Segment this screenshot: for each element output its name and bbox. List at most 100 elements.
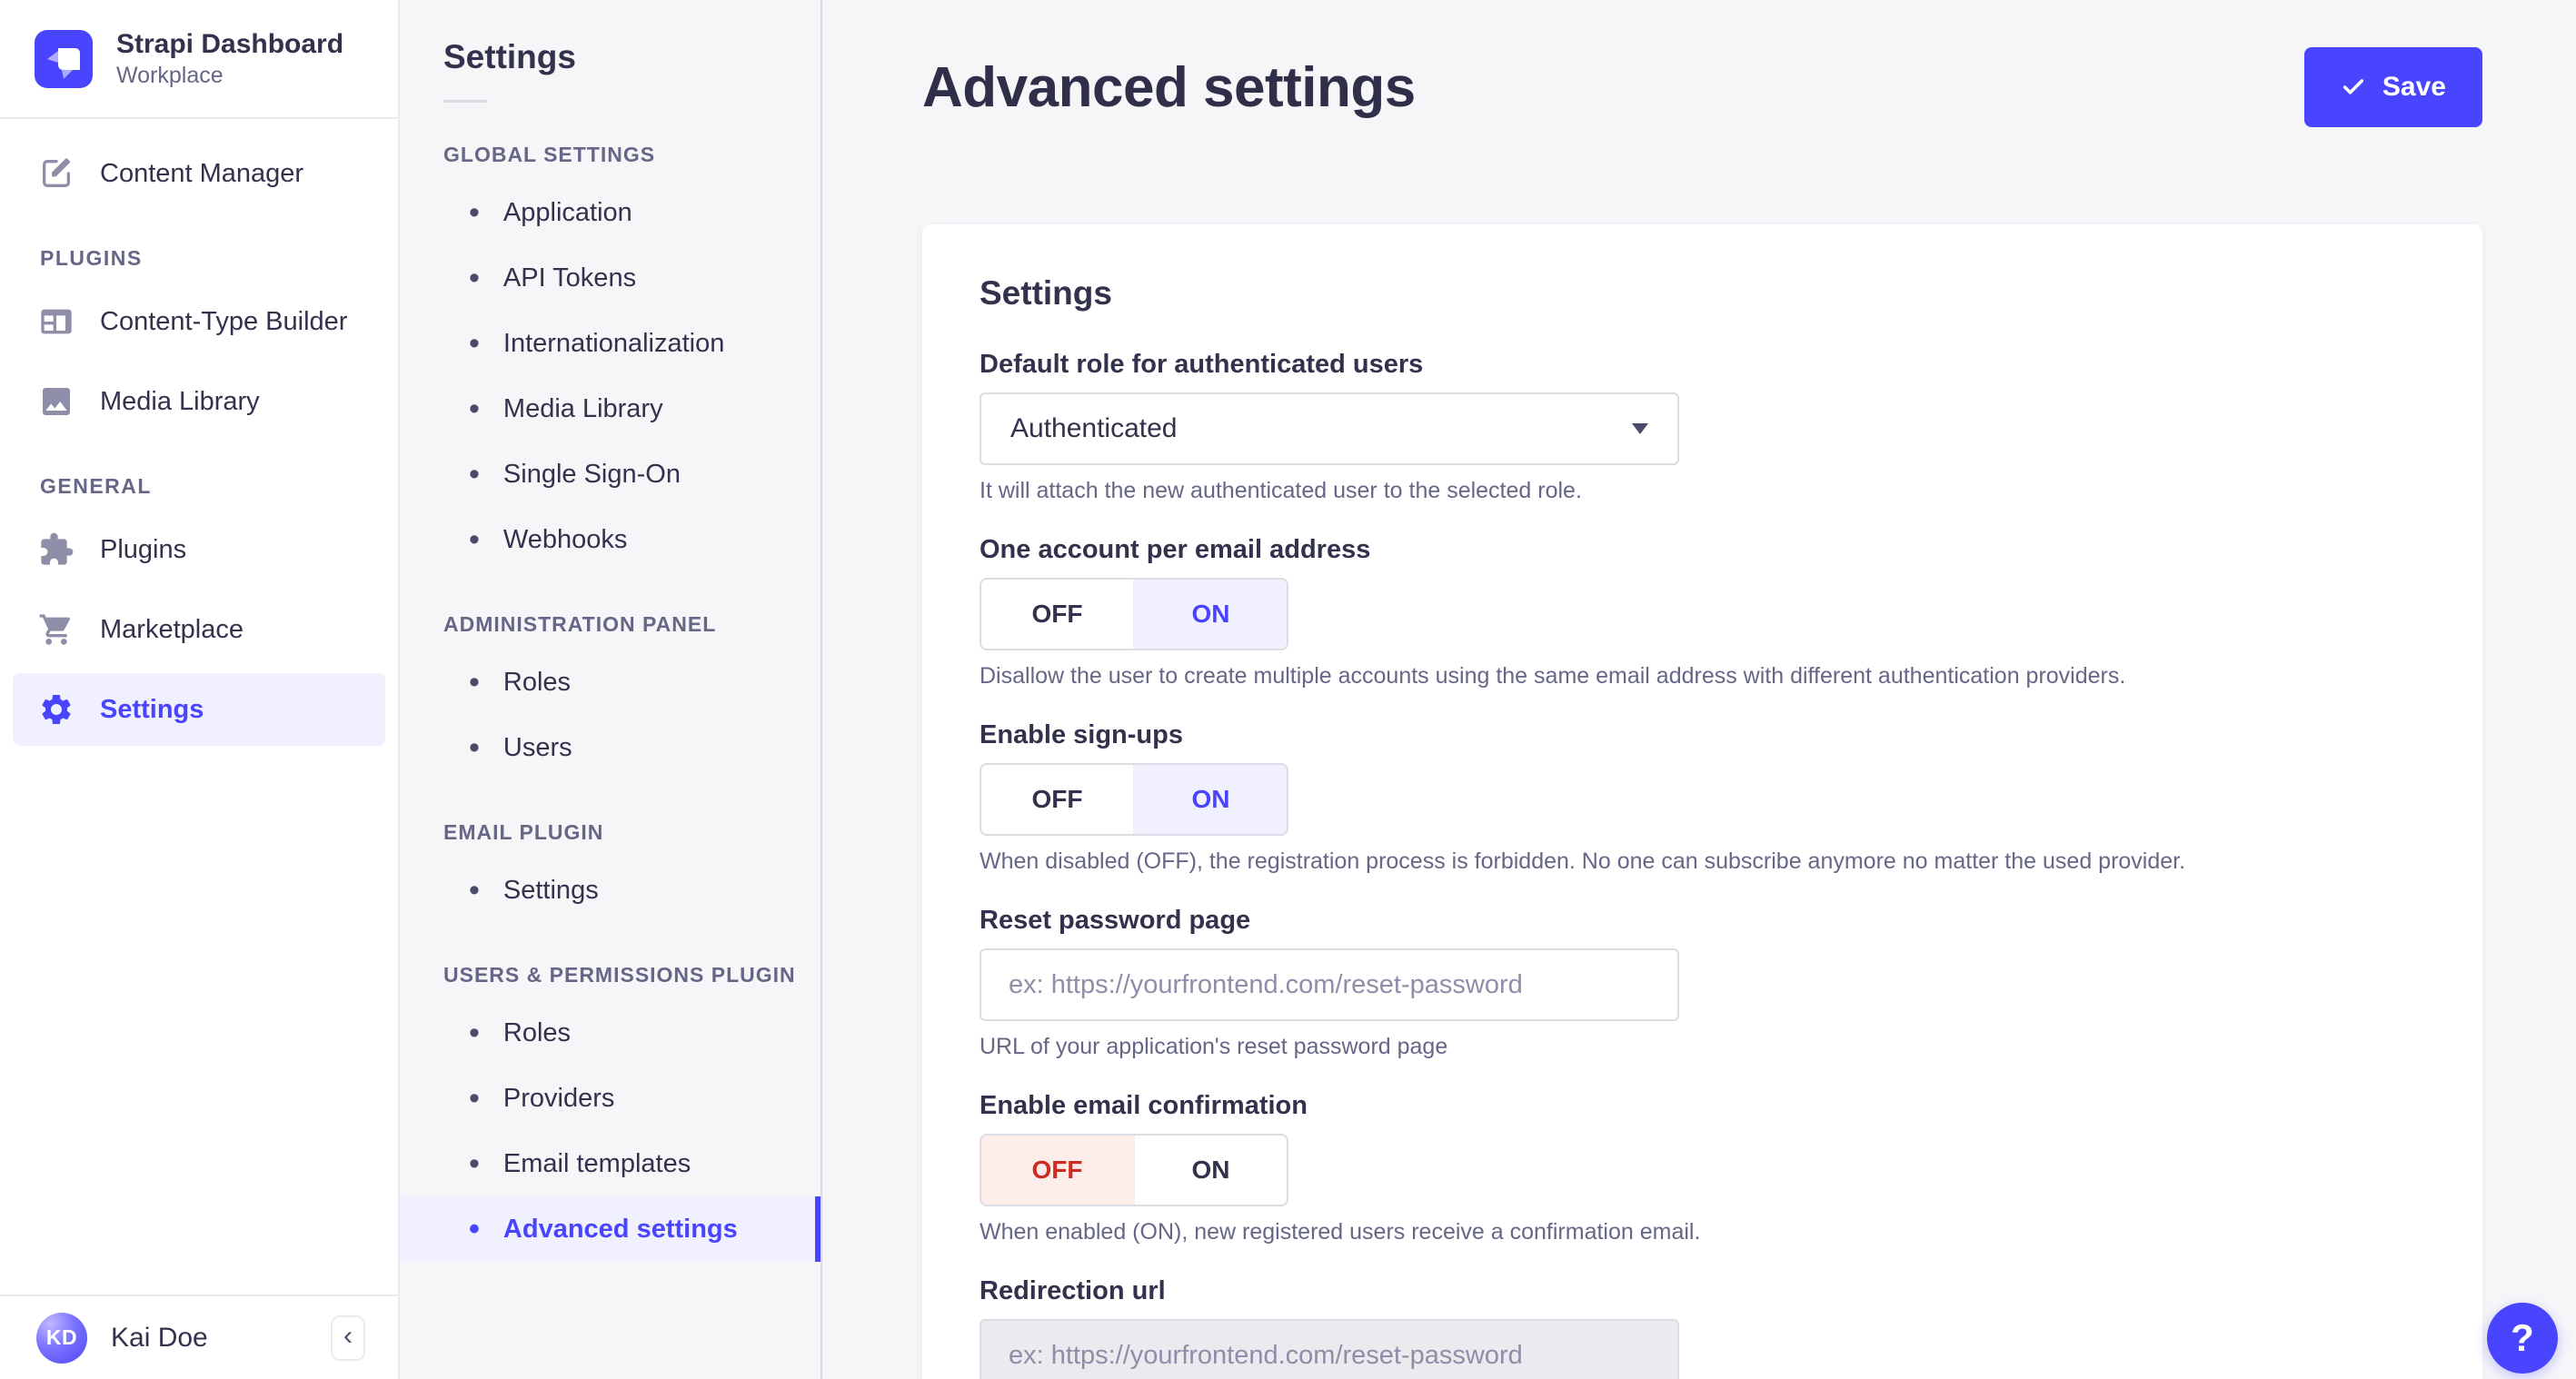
- email-confirmation-toggle: OFF ON: [980, 1134, 1288, 1206]
- strapi-logo-icon: [35, 29, 93, 88]
- bullet-icon: •: [469, 1081, 480, 1116]
- cart-icon: [38, 611, 75, 648]
- toggle-off-option[interactable]: OFF: [981, 765, 1133, 834]
- gear-icon: [38, 691, 75, 728]
- field-redirection-url: Redirection url: [980, 1275, 2425, 1379]
- subnav-item-providers[interactable]: • Providers: [400, 1066, 821, 1131]
- main-content: Advanced settings Save Settings Default …: [822, 0, 2576, 1379]
- app-root: Strapi Dashboard Workplace Content Manag…: [0, 0, 2576, 1379]
- avatar[interactable]: KD: [36, 1312, 87, 1364]
- one-account-hint: Disallow the user to create multiple acc…: [980, 663, 2126, 689]
- default-role-select[interactable]: Authenticated: [980, 392, 1679, 465]
- reset-password-input[interactable]: [980, 948, 1679, 1021]
- picture-icon: [38, 383, 75, 420]
- sidebar-item-label: Marketplace: [100, 614, 244, 644]
- bullet-icon: •: [469, 665, 480, 699]
- bullet-icon: •: [469, 457, 480, 491]
- subnav-item-label: API Tokens: [502, 263, 637, 293]
- collapse-sidebar-button[interactable]: ‹: [331, 1315, 365, 1361]
- sidebar-footer: KD Kai Doe ‹: [0, 1295, 398, 1379]
- sidebar-item-plugins[interactable]: Plugins: [13, 513, 385, 586]
- toggle-on-option[interactable]: ON: [1133, 1136, 1287, 1205]
- help-button[interactable]: ?: [2487, 1303, 2558, 1374]
- subnav-item-label: Email templates: [502, 1148, 691, 1178]
- default-role-value: Authenticated: [1010, 413, 1178, 443]
- sidebar-nav: Content Manager PLUGINS Content-Type Bui…: [0, 119, 398, 1295]
- sidebar-item-label: Settings: [100, 694, 204, 724]
- sidebar-section-plugins: PLUGINS: [40, 246, 143, 270]
- sign-ups-label: Enable sign-ups: [980, 720, 1183, 749]
- sidebar-item-label: Plugins: [100, 534, 187, 564]
- field-default-role: Default role for authenticated users Aut…: [980, 349, 2425, 504]
- check-icon: [2342, 79, 2364, 94]
- subnav-section-global-settings: GLOBAL SETTINGS • Application • API Tokens…: [400, 143, 821, 572]
- sidebar-item-label: Content-Type Builder: [100, 306, 348, 336]
- subnav-item-label: Users: [502, 732, 572, 762]
- subnav-item-api-tokens[interactable]: • API Tokens: [400, 245, 821, 311]
- subnav-item-label: Providers: [502, 1083, 615, 1113]
- email-confirmation-label: Enable email confirmation: [980, 1091, 1308, 1120]
- brand-text: Strapi Dashboard Workplace: [116, 27, 343, 91]
- subnav-section-label: ADMINISTRATION PANEL: [443, 612, 717, 636]
- subnav-item-admin-roles[interactable]: • Roles: [400, 650, 821, 715]
- reset-password-label: Reset password page: [980, 906, 1251, 935]
- main-sidebar: Strapi Dashboard Workplace Content Manag…: [0, 0, 400, 1379]
- subnav-item-application[interactable]: • Application: [400, 180, 821, 245]
- default-role-hint: It will attach the new authenticated use…: [980, 478, 1582, 503]
- bullet-icon: •: [469, 1212, 480, 1246]
- subnav-item-label: Application: [502, 197, 632, 227]
- chevron-left-icon: ‹: [343, 1320, 353, 1351]
- toggle-on-option[interactable]: ON: [1133, 580, 1287, 649]
- settings-card: Settings Default role for authenticated …: [922, 224, 2482, 1379]
- bullet-icon: •: [469, 730, 480, 765]
- subnav-item-media-library[interactable]: • Media Library: [400, 376, 821, 441]
- page-header: Advanced settings Save: [922, 47, 2482, 127]
- subnav-divider: [443, 100, 487, 103]
- sidebar-item-settings[interactable]: Settings: [13, 673, 385, 746]
- card-title: Settings: [980, 274, 1112, 312]
- subnav-item-internationalization[interactable]: • Internationalization: [400, 311, 821, 376]
- sidebar-item-label: Media Library: [100, 386, 260, 416]
- bullet-icon: •: [469, 326, 480, 361]
- subnav-item-admin-users[interactable]: • Users: [400, 715, 821, 780]
- subnav-item-webhooks[interactable]: • Webhooks: [400, 507, 821, 572]
- subnav-item-email-templates[interactable]: • Email templates: [400, 1131, 821, 1196]
- sign-ups-toggle: OFF ON: [980, 763, 1288, 836]
- bullet-icon: •: [469, 522, 480, 557]
- redirection-url-label: Redirection url: [980, 1276, 1166, 1305]
- subnav-title: Settings: [443, 38, 576, 75]
- bullet-icon: •: [469, 261, 480, 295]
- toggle-on-option[interactable]: ON: [1133, 765, 1287, 834]
- brand-header[interactable]: Strapi Dashboard Workplace: [0, 0, 398, 119]
- puzzle-icon: [38, 531, 75, 568]
- sidebar-item-marketplace[interactable]: Marketplace: [13, 593, 385, 666]
- workspace-label: Workplace: [116, 63, 224, 88]
- sidebar-item-content-manager[interactable]: Content Manager: [13, 137, 385, 210]
- subnav-item-advanced-settings[interactable]: • Advanced settings: [400, 1196, 821, 1262]
- sidebar-item-content-type-builder[interactable]: Content-Type Builder: [13, 285, 385, 358]
- subnav-section-users-permissions: USERS & PERMISSIONS PLUGIN • Roles • Provi…: [400, 963, 821, 1262]
- sidebar-item-media-library[interactable]: Media Library: [13, 365, 385, 438]
- toggle-off-option[interactable]: OFF: [981, 580, 1133, 649]
- subnav-item-label: Media Library: [502, 393, 663, 423]
- chevron-down-icon: [1632, 423, 1648, 434]
- field-one-account-per-email: One account per email address OFF ON Dis…: [980, 534, 2425, 690]
- user-name: Kai Doe: [111, 1322, 208, 1353]
- sidebar-section-general: GENERAL: [40, 474, 152, 498]
- save-button[interactable]: Save: [2303, 47, 2482, 127]
- sidebar-item-label: Content Manager: [100, 158, 304, 188]
- subnav-section-administration-panel: ADMINISTRATION PANEL • Roles • Users: [400, 612, 821, 780]
- subnav-item-email-settings[interactable]: • Settings: [400, 858, 821, 923]
- subnav-item-label: Webhooks: [502, 524, 628, 554]
- page-title: Advanced settings: [922, 55, 1416, 119]
- email-confirmation-hint: When enabled (ON), new registered users …: [980, 1219, 1701, 1245]
- reset-password-hint: URL of your application's reset password…: [980, 1034, 1448, 1059]
- subnav-item-up-roles[interactable]: • Roles: [400, 1000, 821, 1066]
- subnav-item-label: Roles: [502, 1017, 572, 1047]
- toggle-off-option[interactable]: OFF: [981, 1136, 1133, 1205]
- redirection-url-input: [980, 1319, 1679, 1379]
- field-enable-email-confirmation: Enable email confirmation OFF ON When en…: [980, 1090, 2425, 1245]
- bullet-icon: •: [469, 873, 480, 908]
- subnav-item-label: Advanced settings: [502, 1214, 738, 1244]
- subnav-item-single-sign-on[interactable]: • Single Sign-On: [400, 441, 821, 507]
